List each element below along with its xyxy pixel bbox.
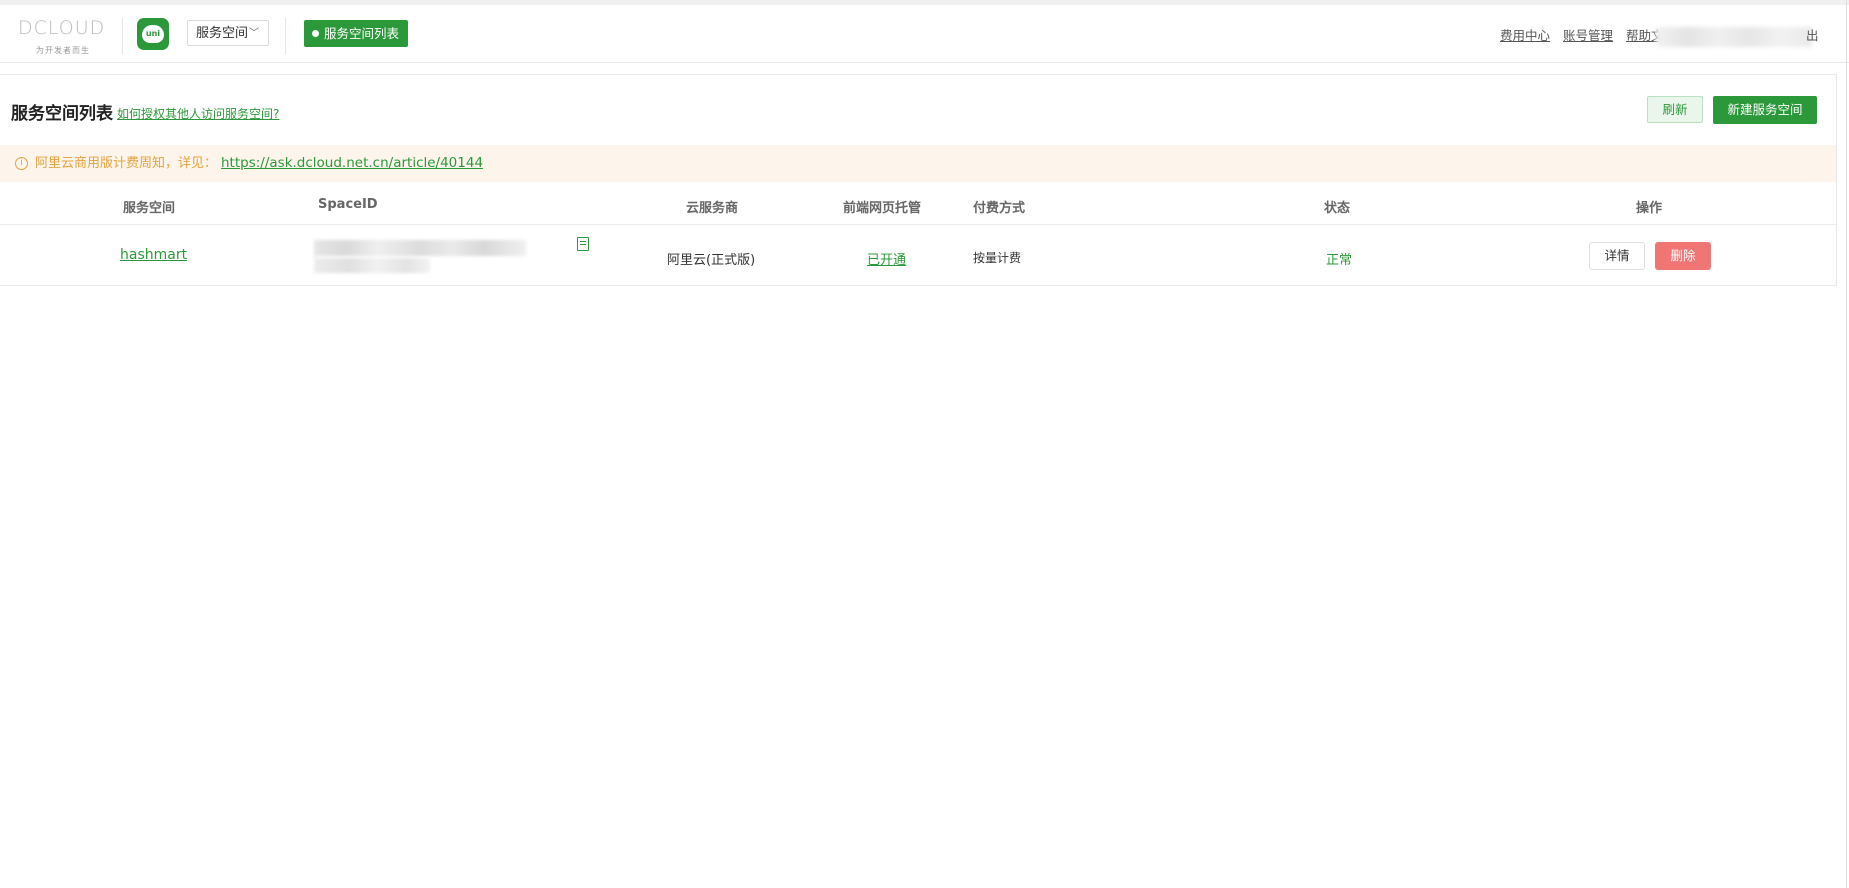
column-header-actions: 操作	[1636, 201, 1663, 216]
tab-label: 服务空间列表	[324, 26, 400, 41]
window-edge	[1846, 0, 1847, 888]
active-dot-icon	[312, 30, 319, 37]
table-header-divider	[0, 224, 1836, 225]
copy-icon[interactable]	[577, 237, 589, 251]
status-badge: 正常	[1326, 253, 1353, 268]
tab-service-space-list[interactable]: 服务空间列表	[304, 20, 409, 47]
header-divider	[285, 18, 286, 54]
nav-link-account[interactable]: 账号管理	[1563, 28, 1613, 43]
notice-text: 阿里云商用版计费周知，详见：	[35, 156, 218, 171]
info-icon: i	[15, 157, 28, 170]
logo-slogan: 为开发者而生	[36, 46, 90, 55]
billing-cell: 按量计费	[973, 251, 1022, 265]
logo-text: DCLOUD	[18, 17, 106, 39]
column-header-space: 服务空间	[123, 201, 176, 216]
top-header: DCLOUD 为开发者而生 uni 服务空间 ﹀ 服务空间列表 费用中心 账号管…	[0, 5, 1849, 63]
column-header-spaceid: SpaceID	[318, 197, 378, 212]
detail-button[interactable]: 详情	[1589, 242, 1645, 270]
column-header-provider: 云服务商	[686, 201, 739, 216]
notice-link[interactable]: https://ask.dcloud.net.cn/article/40144	[221, 145, 483, 182]
redacted-spaceid	[314, 258, 430, 273]
space-list-panel: 服务空间列表 如何授权其他人访问服务空间? 刷新 新建服务空间 i 阿里云商用版…	[0, 74, 1837, 286]
chevron-down-icon: ﹀	[249, 28, 259, 39]
logout-link[interactable]: 出	[1806, 25, 1819, 44]
column-header-billing: 付费方式	[973, 201, 1026, 216]
new-space-button[interactable]: 新建服务空间	[1713, 96, 1817, 124]
header-divider	[122, 18, 123, 54]
dcloud-logo[interactable]: DCLOUD 为开发者而生	[18, 17, 110, 57]
service-space-dropdown[interactable]: 服务空间 ﹀	[187, 20, 269, 46]
delete-button[interactable]: 删除	[1655, 242, 1711, 270]
nav-link-billing[interactable]: 费用中心	[1500, 28, 1550, 43]
redacted-spaceid	[314, 240, 526, 256]
refresh-button[interactable]: 刷新	[1647, 96, 1703, 123]
provider-cell: 阿里云(正式版)	[667, 253, 756, 268]
column-header-status: 状态	[1324, 201, 1351, 216]
top-nav-links: 费用中心 账号管理 帮助文	[1500, 25, 1673, 44]
space-name-link[interactable]: hashmart	[120, 247, 187, 263]
authorize-help-link[interactable]: 如何授权其他人访问服务空间?	[117, 105, 279, 122]
billing-notice: i 阿里云商用版计费周知，详见： https://ask.dcloud.net.…	[0, 145, 1836, 182]
uni-label: uni	[145, 29, 161, 38]
uni-cloud-icon[interactable]: uni	[137, 18, 169, 50]
hosting-status-link[interactable]: 已开通	[867, 253, 906, 268]
page-title: 服务空间列表	[11, 104, 113, 124]
column-header-hosting: 前端网页托管	[843, 201, 922, 216]
redacted-username	[1656, 27, 1812, 47]
service-space-dropdown-label: 服务空间	[196, 26, 249, 41]
